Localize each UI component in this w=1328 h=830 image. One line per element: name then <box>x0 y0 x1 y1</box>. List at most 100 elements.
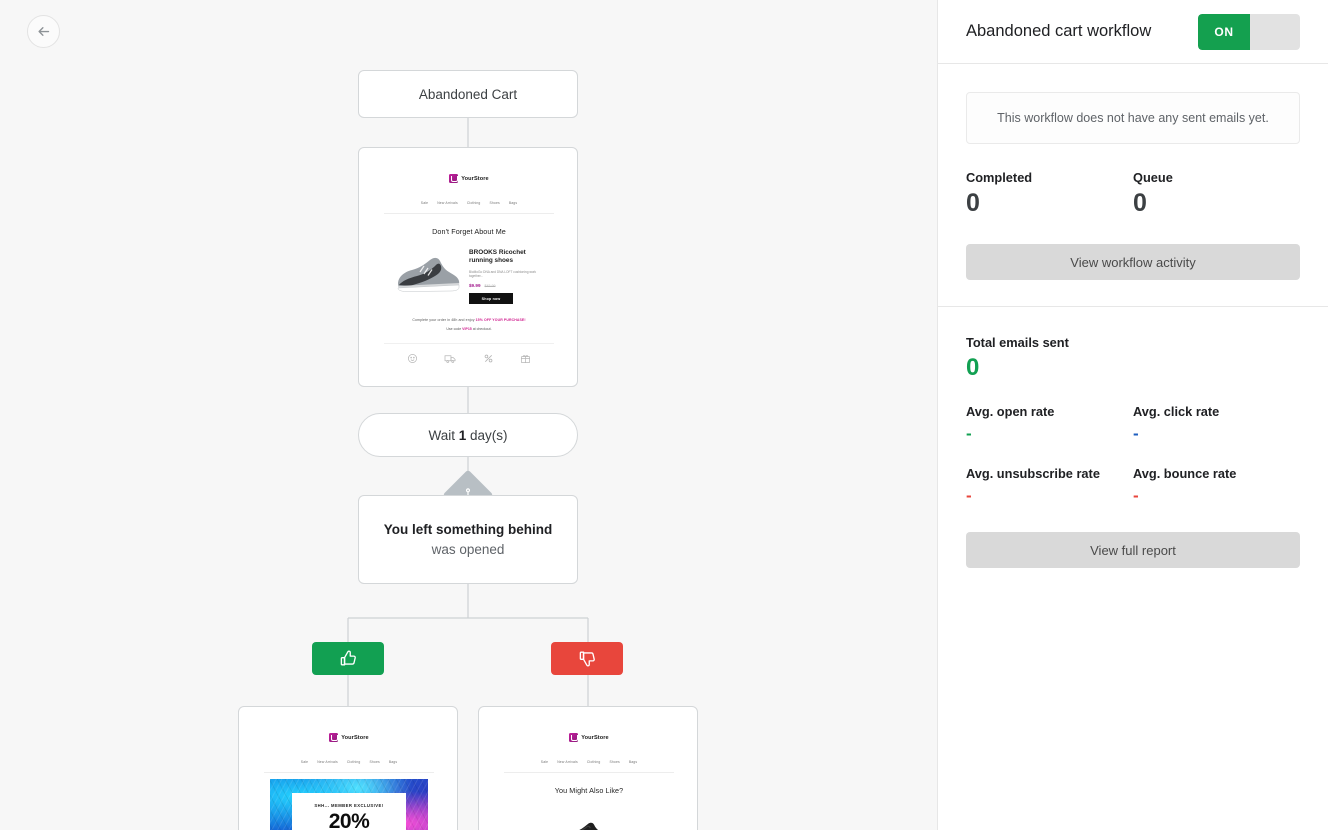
email-nav-item: Clothing <box>466 201 481 205</box>
product-info-1: BROOKS Ricochet running shoes BioMoGo DN… <box>469 247 546 305</box>
thumbs-down-icon <box>579 651 595 667</box>
panel-report-section: Total emails sent 0 Avg. open rate - Avg… <box>938 307 1328 588</box>
email-nav-item: Clothing <box>346 760 361 764</box>
rate-open: Avg. open rate - <box>966 404 1133 442</box>
empty-state-notice: This workflow does not have any sent ema… <box>966 92 1300 144</box>
email-nav-item: Bags <box>388 760 398 764</box>
smiley-icon <box>408 354 417 364</box>
email-offer-card: SHH... MEMBER EXCLUSIVE! 20% <box>292 793 406 830</box>
rate-label: Avg. bounce rate <box>1133 466 1237 481</box>
rate-unsubscribe: Avg. unsubscribe rate - <box>966 466 1133 504</box>
email-nav-item: Shoes <box>369 760 380 764</box>
branch-no-button[interactable] <box>551 642 623 675</box>
email-nav-item: Shoes <box>489 201 500 205</box>
kpi-label: Queue <box>1133 170 1173 185</box>
gift-box-icon <box>521 355 530 364</box>
email-nav-item: Bags <box>628 760 638 764</box>
product-name: BROOKS Ricochet running shoes <box>469 249 526 265</box>
view-full-report-button[interactable]: View full report <box>966 532 1300 568</box>
email-brand-1: YourStore <box>461 175 489 182</box>
email-logo-2: YourStore <box>329 733 369 742</box>
panel-activity-section: This workflow does not have any sent ema… <box>938 64 1328 307</box>
email-footer-icons <box>384 343 554 370</box>
email-nav-item: New Arrivals <box>557 760 578 764</box>
condition-email-name: You left something behind <box>383 521 553 537</box>
rate-label: Avg. open rate <box>966 404 1055 419</box>
toggle-on-label: ON <box>1198 13 1250 50</box>
yourstore-logo-icon <box>329 733 339 742</box>
panel-header: Abandoned cart workflow ON <box>938 0 1328 64</box>
rate-label: Avg. click rate <box>1133 404 1220 419</box>
rate-click: Avg. click rate - <box>1133 404 1300 442</box>
node-trigger-label: Abandoned Cart <box>418 86 518 102</box>
rate-value: - <box>966 486 972 505</box>
workflow-canvas[interactable]: Abandoned Cart YourStore Sale New Arriva… <box>0 0 937 830</box>
thumbs-up-icon <box>340 650 356 666</box>
email-product-image-3 <box>504 818 674 830</box>
email-brand-3: YourStore <box>581 734 609 741</box>
email-promo-1: Complete your order in 48h and enjoy 15%… <box>384 304 554 335</box>
node-condition-opened[interactable]: You left something behind was opened <box>358 495 578 584</box>
delivery-truck-icon <box>444 355 456 363</box>
email-nav-item: Clothing <box>586 760 601 764</box>
email-preview-body-1: YourStore Sale New Arrivals Clothing Sho… <box>384 161 554 373</box>
node-email-preview-2[interactable]: YourStore Sale New Arrivals Clothing Sho… <box>238 706 458 830</box>
email-headline-3: You Might Also Like? <box>554 786 624 795</box>
kpi-queue: Queue 0 <box>1133 170 1300 216</box>
total-emails-label: Total emails sent <box>966 335 1069 350</box>
email-nav-item: New Arrivals <box>437 201 458 205</box>
email-nav-item: Shoes <box>609 760 620 764</box>
promo-code-prefix: Use code <box>446 327 463 332</box>
product-price: $9.99 $45.99 <box>469 283 546 288</box>
email-nav-item: Sale <box>300 760 309 764</box>
email-preview-body-2: YourStore Sale New Arrivals Clothing Sho… <box>264 720 434 830</box>
yourstore-logo-icon <box>449 174 459 183</box>
node-wait-label: Wait 1 day(s) <box>428 428 507 443</box>
offer-discount: 20% <box>328 810 370 830</box>
email-preview-body-3: YourStore Sale New Arrivals Clothing Sho… <box>504 720 674 830</box>
email-nav-2: Sale New Arrivals Clothing Shoes Bags <box>264 753 434 773</box>
sneaker-pair-icon <box>579 822 599 830</box>
node-trigger-abandoned-cart[interactable]: Abandoned Cart <box>358 70 578 118</box>
email-logo-3: YourStore <box>569 733 609 742</box>
yourstore-logo-icon <box>569 733 579 742</box>
rate-value: - <box>966 424 972 443</box>
kpi-value: 0 <box>1133 189 1147 217</box>
email-nav-item: Bags <box>508 201 518 205</box>
email-header-2: YourStore <box>264 720 434 753</box>
kpi-value: 0 <box>966 189 980 217</box>
product-description: BioMoGo DNA and DNA LOFT cushioning work… <box>469 269 537 279</box>
email-hero-banner: SHH... MEMBER EXCLUSIVE! 20% <box>270 779 428 830</box>
wait-prefix: Wait <box>428 427 459 443</box>
promo-text-a: Complete your order in 48h and enjoy <box>412 318 476 323</box>
promo-code-suffix: at checkout. <box>471 327 492 332</box>
branch-yes-button[interactable] <box>312 642 384 675</box>
email-nav-item: New Arrivals <box>317 760 338 764</box>
workflow-graph: Abandoned Cart YourStore Sale New Arriva… <box>0 0 937 830</box>
kpi-row: Completed 0 Queue 0 <box>966 170 1300 216</box>
email-nav-3: Sale New Arrivals Clothing Shoes Bags <box>504 753 674 773</box>
email-nav-item: Sale <box>540 760 549 764</box>
email-cta-button: Shop now <box>469 293 513 305</box>
running-shoe-icon <box>397 257 460 292</box>
price-current: $9.99 <box>469 283 481 289</box>
workflow-enabled-toggle[interactable]: ON <box>1198 13 1300 50</box>
promo-line-2: Use code VIP15 at checkout. <box>390 327 548 331</box>
email-nav-1: Sale New Arrivals Clothing Shoes Bags <box>384 194 554 214</box>
email-header-1: YourStore <box>384 161 554 194</box>
node-email-preview-1[interactable]: YourStore Sale New Arrivals Clothing Sho… <box>358 147 578 387</box>
kpi-completed: Completed 0 <box>966 170 1133 216</box>
view-workflow-activity-button[interactable]: View workflow activity <box>966 244 1300 280</box>
email-logo-1: YourStore <box>449 174 489 183</box>
email-brand-2: YourStore <box>341 734 369 741</box>
node-email-preview-3[interactable]: YourStore Sale New Arrivals Clothing Sho… <box>478 706 698 830</box>
total-emails-value: 0 <box>966 354 980 381</box>
condition-predicate: was opened <box>431 541 505 557</box>
workflow-editor: Abandoned Cart YourStore Sale New Arriva… <box>0 0 1328 830</box>
email-header-3: YourStore <box>504 720 674 753</box>
wait-suffix: day(s) <box>466 427 508 443</box>
page-title: Abandoned cart workflow <box>966 22 1152 40</box>
product-shoe-image <box>392 247 464 301</box>
node-wait-delay[interactable]: Wait 1 day(s) <box>358 413 578 457</box>
promo-text-b: 15% OFF YOUR PURCHASE! <box>475 318 526 323</box>
